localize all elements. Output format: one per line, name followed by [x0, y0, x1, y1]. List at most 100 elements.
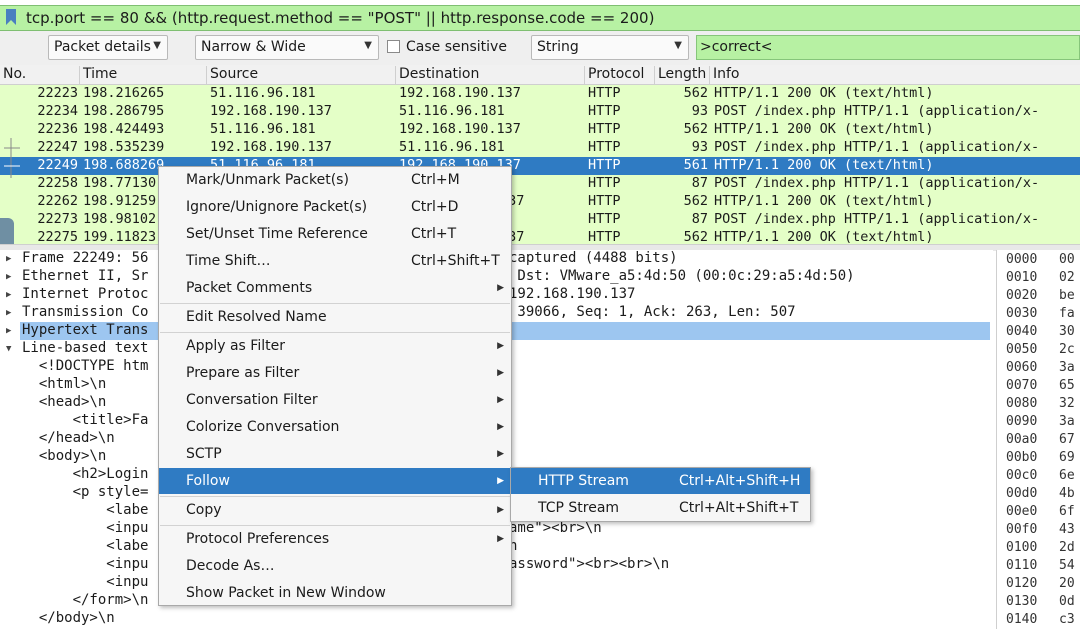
char-width-select[interactable]: Narrow & Wide ▼	[195, 35, 379, 60]
byte-value[interactable]: 6f	[1059, 504, 1075, 519]
detail-html-line[interactable]: <body>\n	[22, 448, 106, 466]
byte-offset: 0090	[1006, 414, 1038, 429]
bookmark-icon[interactable]	[5, 9, 17, 25]
detail-html-line[interactable]: <head>\n	[22, 394, 106, 412]
detail-http[interactable]: Hypertext Trans	[22, 322, 148, 340]
menu-item-show-packet-new-window[interactable]: Show Packet in New Window	[159, 580, 511, 606]
expand-arrow-icon[interactable]: ▶	[6, 290, 11, 300]
display-filter-text[interactable]: tcp.port == 80 && (http.request.method =…	[26, 9, 654, 27]
detail-html-line[interactable]: <inpu	[22, 574, 148, 592]
menu-item-sctp[interactable]: SCTP ▶	[159, 441, 511, 467]
menu-item-copy[interactable]: Copy ▶	[159, 497, 511, 523]
collapse-arrow-icon[interactable]: ▼	[6, 344, 11, 354]
byte-offset: 0100	[1006, 540, 1038, 555]
packet-row[interactable]: 22236 198.424493 51.116.96.181 192.168.1…	[0, 121, 1080, 139]
byte-value[interactable]: 67	[1059, 432, 1075, 447]
menu-item-http-stream[interactable]: HTTP Stream Ctrl+Alt+Shift+H	[511, 468, 810, 494]
chevron-right-icon: ▶	[497, 449, 504, 459]
byte-value[interactable]: 6e	[1059, 468, 1075, 483]
byte-value[interactable]: 65	[1059, 378, 1075, 393]
menu-item-label: Apply as Filter	[186, 338, 285, 354]
detail-line-based-text[interactable]: Line-based text	[22, 340, 148, 358]
case-sensitive-checkbox[interactable]	[387, 40, 400, 53]
byte-value[interactable]: 43	[1059, 522, 1075, 537]
byte-value[interactable]: 02	[1059, 270, 1075, 285]
search-in-select[interactable]: Packet details ▼	[48, 35, 168, 60]
detail-html-line[interactable]: <labe	[22, 538, 148, 556]
menu-item-time-shift[interactable]: Time Shift… Ctrl+Shift+T	[159, 248, 511, 274]
menu-item-tcp-stream[interactable]: TCP Stream Ctrl+Alt+Shift+T	[511, 495, 810, 521]
expand-arrow-icon[interactable]: ▶	[6, 272, 11, 282]
byte-value[interactable]: 69	[1059, 450, 1075, 465]
packet-row[interactable]: 22223 198.216265 51.116.96.181 192.168.1…	[0, 85, 1080, 103]
detail-frame[interactable]: Frame 22249: 56	[22, 250, 148, 268]
expand-arrow-icon[interactable]: ▶	[6, 326, 11, 336]
search-input[interactable]: >correct<	[696, 35, 1080, 60]
byte-value[interactable]: 3a	[1059, 360, 1075, 375]
search-type-select[interactable]: String ▼	[531, 35, 689, 60]
detail-html-line[interactable]: <!DOCTYPE htm	[22, 358, 149, 376]
display-filter-bar[interactable]: tcp.port == 80 && (http.request.method =…	[0, 5, 1080, 31]
menu-item-edit-resolved-name[interactable]: Edit Resolved Name	[159, 304, 511, 330]
menu-item-conversation-filter[interactable]: Conversation Filter ▶	[159, 387, 511, 413]
detail-html-line[interactable]: <p style=	[22, 484, 149, 502]
column-header-no[interactable]: No.	[0, 66, 80, 84]
byte-value[interactable]: 3a	[1059, 414, 1075, 429]
detail-ip[interactable]: Internet Protoc	[22, 286, 148, 304]
byte-value[interactable]: 00	[1059, 252, 1075, 267]
byte-value[interactable]: 4b	[1059, 486, 1075, 501]
column-header-time[interactable]: Time	[80, 66, 207, 84]
detail-html-line[interactable]: <h2>Login	[22, 466, 149, 484]
byte-value[interactable]: be	[1059, 288, 1075, 303]
packet-no: 22262	[37, 193, 78, 209]
detail-html-line[interactable]: </form>\n	[22, 592, 149, 610]
menu-item-packet-comments[interactable]: Packet Comments ▶	[159, 275, 511, 301]
column-header-source[interactable]: Source	[207, 66, 396, 84]
column-header-protocol[interactable]: Protocol	[585, 66, 655, 84]
detail-html-line[interactable]: <inpu	[22, 520, 148, 538]
column-header-length[interactable]: Length	[655, 66, 710, 84]
expand-arrow-icon[interactable]: ▶	[6, 254, 11, 264]
menu-item-follow[interactable]: Follow ▶	[159, 468, 511, 494]
detail-html-line[interactable]: <inpu	[22, 556, 148, 574]
column-header-destination[interactable]: Destination	[396, 66, 585, 84]
packet-destination: 51.116.96.181	[399, 139, 505, 155]
detail-html-line[interactable]: <title>Fa	[22, 412, 149, 430]
packet-row[interactable]: 22234 198.286795 192.168.190.137 51.116.…	[0, 103, 1080, 121]
expand-arrow-icon[interactable]: ▶	[6, 308, 11, 318]
byte-value[interactable]: 2d	[1059, 540, 1075, 555]
menu-item-apply-as-filter[interactable]: Apply as Filter ▶	[159, 333, 511, 359]
menu-item-mark-packet[interactable]: Mark/Unmark Packet(s) Ctrl+M	[159, 167, 511, 193]
menu-item-decode-as[interactable]: Decode As…	[159, 553, 511, 579]
byte-value[interactable]: 0d	[1059, 594, 1075, 609]
menu-item-ignore-packet[interactable]: Ignore/Unignore Packet(s) Ctrl+D	[159, 194, 511, 220]
detail-ethernet[interactable]: Ethernet II, Sr	[22, 268, 148, 286]
packet-destination: 192.168.190.137	[399, 85, 521, 101]
packet-length: 561	[683, 157, 708, 173]
packet-time: 198.91259	[83, 193, 157, 209]
packet-info: HTTP/1.1 200 OK (text/html)	[714, 229, 934, 245]
packet-bytes-pane: 0000 00 0010 02 0020 be 0030 fa 0040 30 0050 2…	[996, 250, 1080, 629]
byte-value[interactable]: 32	[1059, 396, 1075, 411]
column-header-info[interactable]: Info	[710, 66, 1080, 84]
menu-item-protocol-preferences[interactable]: Protocol Preferences ▶	[159, 526, 511, 552]
detail-tcp[interactable]: Transmission Co	[22, 304, 148, 322]
byte-value[interactable]: 54	[1059, 558, 1075, 573]
detail-html-line[interactable]: </head>\n	[22, 430, 115, 448]
detail-html-line[interactable]: </body>\n	[22, 610, 115, 628]
byte-value[interactable]: 2c	[1059, 342, 1075, 357]
menu-item-colorize-conversation[interactable]: Colorize Conversation ▶	[159, 414, 511, 440]
byte-value[interactable]: 20	[1059, 576, 1075, 591]
detail-html-line[interactable]: <labe	[22, 502, 148, 520]
packet-time: 198.535239	[83, 139, 165, 155]
detail-html-line[interactable]: <html>\n	[22, 376, 106, 394]
packet-length: 93	[691, 103, 708, 119]
byte-value[interactable]: 30	[1059, 324, 1075, 339]
byte-value[interactable]: c3	[1059, 612, 1075, 627]
packet-row[interactable]: 22247 198.535239 192.168.190.137 51.116.…	[0, 139, 1080, 157]
detail-ip-right: 192.168.190.137	[509, 286, 636, 302]
menu-item-prepare-as-filter[interactable]: Prepare as Filter ▶	[159, 360, 511, 386]
byte-value[interactable]: fa	[1059, 306, 1075, 321]
menu-item-time-reference[interactable]: Set/Unset Time Reference Ctrl+T	[159, 221, 511, 247]
packet-protocol: HTTP	[588, 175, 621, 191]
